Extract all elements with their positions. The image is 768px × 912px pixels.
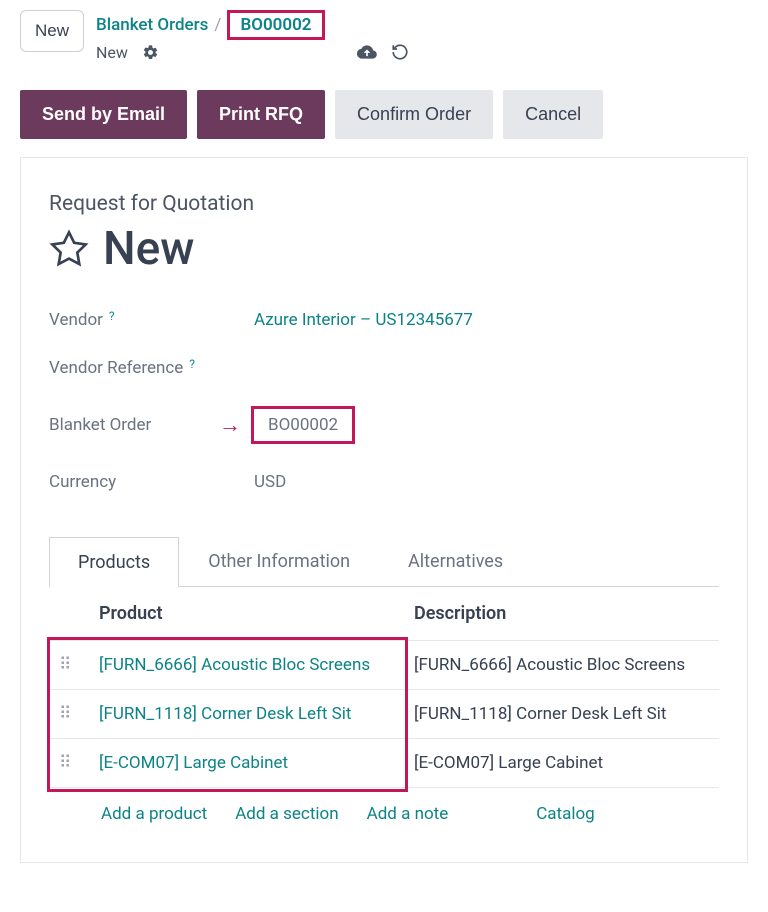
col-product: Product xyxy=(89,587,404,641)
vendor-reference-label: Vendor Reference? xyxy=(49,358,254,378)
add-section-link[interactable]: Add a section xyxy=(235,804,338,824)
product-cell[interactable]: [FURN_1118] Corner Desk Left Sit xyxy=(89,690,404,739)
currency-field[interactable]: USD xyxy=(254,472,286,492)
table-row[interactable]: ⠿[FURN_6666] Acoustic Bloc Screens[FURN_… xyxy=(49,641,719,690)
help-icon[interactable]: ? xyxy=(189,357,195,371)
table-row[interactable]: ⠿[E-COM07] Large Cabinet[E-COM07] Large … xyxy=(49,739,719,788)
breadcrumb: Blanket Orders / BO00002 New xyxy=(96,10,409,62)
tab-products[interactable]: Products xyxy=(49,537,179,587)
help-icon[interactable]: ? xyxy=(109,309,115,323)
blanket-order-field[interactable]: BO00002 xyxy=(251,406,355,444)
currency-label: Currency xyxy=(49,472,254,492)
drag-handle-icon[interactable]: ⠿ xyxy=(49,641,89,690)
breadcrumb-id: BO00002 xyxy=(227,10,324,40)
arrow-right-icon: → xyxy=(219,412,241,438)
form-sheet: Request for Quotation New Vendor? Azure … xyxy=(20,157,748,863)
confirm-order-button[interactable]: Confirm Order xyxy=(335,90,493,139)
description-cell[interactable]: [E-COM07] Large Cabinet xyxy=(404,739,719,788)
catalog-link[interactable]: Catalog xyxy=(536,804,595,824)
action-bar: Send by Email Print RFQ Confirm Order Ca… xyxy=(20,90,748,139)
doc-type-label: Request for Quotation xyxy=(49,192,719,216)
gear-icon[interactable] xyxy=(142,44,159,61)
tab-alternatives[interactable]: Alternatives xyxy=(379,536,532,586)
cloud-upload-icon[interactable] xyxy=(357,42,377,62)
col-description: Description xyxy=(404,587,719,641)
products-table: Product Description ⠿[FURN_6666] Acousti… xyxy=(49,587,719,788)
tab-other-information[interactable]: Other Information xyxy=(179,536,379,586)
breadcrumb-separator: / xyxy=(214,15,221,35)
star-outline-icon[interactable] xyxy=(49,229,89,269)
add-product-link[interactable]: Add a product xyxy=(101,804,207,824)
vendor-label: Vendor? xyxy=(49,310,254,330)
page-title: New xyxy=(103,222,194,276)
print-rfq-button[interactable]: Print RFQ xyxy=(197,90,325,139)
discard-icon[interactable] xyxy=(391,43,409,61)
tabs: Products Other Information Alternatives xyxy=(49,536,719,587)
add-note-link[interactable]: Add a note xyxy=(367,804,449,824)
breadcrumb-root-link[interactable]: Blanket Orders xyxy=(96,15,208,35)
table-row[interactable]: ⠿[FURN_1118] Corner Desk Left Sit[FURN_1… xyxy=(49,690,719,739)
new-button[interactable]: New xyxy=(20,10,84,52)
description-cell[interactable]: [FURN_6666] Acoustic Bloc Screens xyxy=(404,641,719,690)
product-cell[interactable]: [FURN_6666] Acoustic Bloc Screens xyxy=(89,641,404,690)
description-cell[interactable]: [FURN_1118] Corner Desk Left Sit xyxy=(404,690,719,739)
drag-handle-icon[interactable]: ⠿ xyxy=(49,739,89,788)
cancel-button[interactable]: Cancel xyxy=(503,90,603,139)
vendor-field[interactable]: Azure Interior – US12345677 xyxy=(254,310,473,330)
status-text: New xyxy=(96,43,128,62)
product-cell[interactable]: [E-COM07] Large Cabinet xyxy=(89,739,404,788)
drag-handle-icon[interactable]: ⠿ xyxy=(49,690,89,739)
send-by-email-button[interactable]: Send by Email xyxy=(20,90,187,139)
